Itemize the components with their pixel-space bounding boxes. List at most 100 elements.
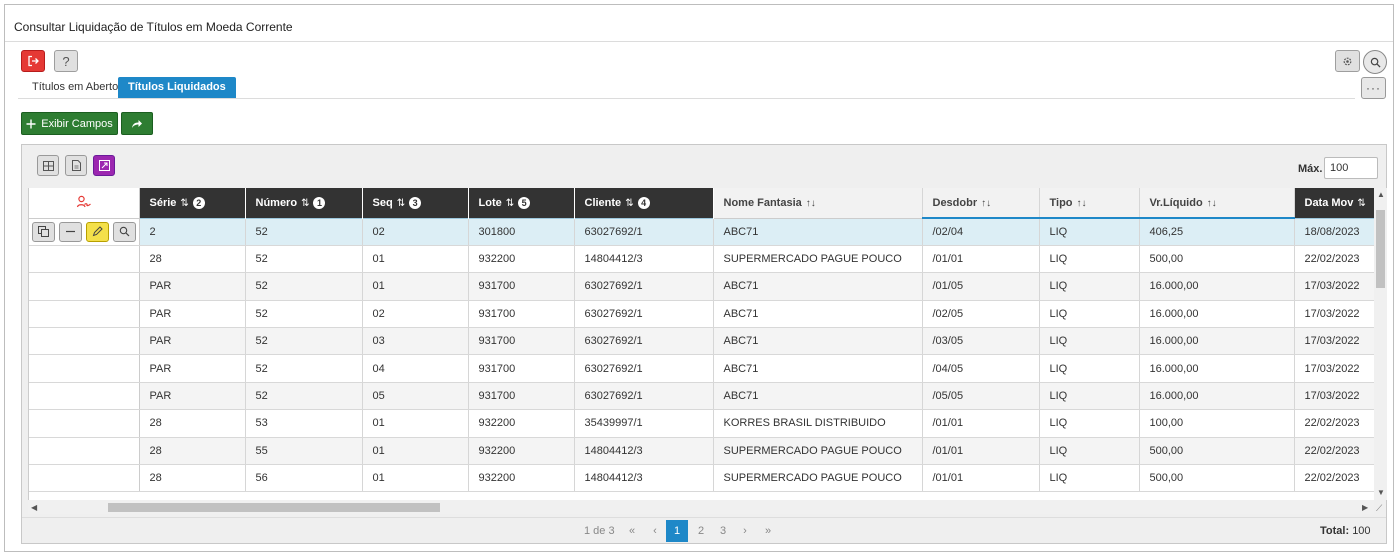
page-1-button[interactable]: 1 (666, 520, 688, 542)
grid-layout-button[interactable] (37, 155, 59, 176)
total-count: Total: 100 (1320, 525, 1371, 537)
table-row[interactable]: PAR 52 04 931700 63027692/1 ABC71/04/05 LIQ 16.… (29, 354, 1374, 383)
sort-asc-icon: ⇅ (1357, 197, 1366, 209)
table-row[interactable]: 28 53 01 932200 35439997/1 KORRES BRASIL DIST… (29, 409, 1374, 438)
cell-cliente: 14804412/3 (574, 464, 714, 493)
cell-vr-liquido: 16.000,00 (1139, 354, 1295, 383)
table-row[interactable]: 28 52 01 932200 14804412/3 SUPERMERCADO PAGUE… (29, 245, 1374, 274)
cell-lote: 932200 (468, 409, 575, 438)
show-fields-button[interactable]: Exibir Campos (21, 112, 118, 135)
cell-vr-liquido: 16.000,00 (1139, 300, 1295, 329)
scroll-down-icon[interactable]: ▼ (1377, 488, 1385, 497)
cell-numero: 52 (245, 354, 363, 383)
cell-tipo: LIQ (1039, 382, 1140, 411)
column-header-cliente[interactable]: Cliente ⇅ 4 (574, 188, 714, 218)
cell-nome-fantasia: KORRES BRASIL DISTRIBUIDO (713, 409, 923, 438)
cell-lote: 931700 (468, 382, 575, 411)
page-2-button[interactable]: 2 (692, 520, 710, 542)
column-header-data-mov[interactable]: Data Mov ⇅ (1294, 188, 1374, 218)
cell-serie: PAR (139, 354, 246, 383)
cell-vr-liquido: 500,00 (1139, 245, 1295, 274)
search-button[interactable] (1363, 50, 1387, 74)
last-page-button[interactable]: » (760, 520, 776, 542)
cell-cliente: 63027692/1 (574, 354, 714, 383)
tab-titulos-liquidados[interactable]: Títulos Liquidados (118, 77, 236, 98)
cell-numero: 56 (245, 464, 363, 493)
table-row[interactable]: 2 52 02 301800 63027692/1 ABC71 /02/04 L… (29, 217, 1374, 246)
more-options-button[interactable]: ··· (1361, 77, 1386, 99)
sort-order-badge: 5 (518, 196, 531, 209)
copy-row-button[interactable] (32, 221, 55, 242)
column-header-serie[interactable]: Série ⇅ 2 (139, 188, 246, 218)
cell-desdobr: /02/04 (922, 217, 1040, 246)
share-arrow-icon (132, 119, 142, 128)
previous-page-button[interactable]: ‹ (648, 520, 662, 542)
first-page-button[interactable]: « (624, 520, 640, 542)
edit-row-button[interactable] (85, 221, 109, 242)
help-button[interactable]: ? (54, 50, 78, 72)
view-row-button[interactable] (112, 221, 136, 242)
column-header-seq[interactable]: Seq ⇅ 3 (362, 188, 469, 218)
cell-lote: 931700 (468, 300, 575, 329)
column-header-vr-liquido[interactable]: Vr.Líquido ↑↓ (1139, 188, 1295, 219)
cell-seq: 01 (362, 272, 469, 301)
cell-lote: 932200 (468, 464, 575, 493)
table-row[interactable]: PAR 52 02 931700 63027692/1 ABC71/02/05 LIQ 16.… (29, 300, 1374, 329)
next-page-button[interactable]: › (738, 520, 752, 542)
page-3-button[interactable]: 3 (714, 520, 732, 542)
cell-numero: 52 (245, 217, 363, 246)
column-header-desdobr[interactable]: Desdobr ↑↓ (922, 188, 1040, 219)
column-header-lote[interactable]: Lote ⇅ 5 (468, 188, 575, 218)
cell-desdobr: /01/01 (922, 437, 1040, 466)
cell-serie: 28 (139, 409, 246, 438)
vertical-scrollbar[interactable]: ▲ ▼ (1374, 188, 1387, 500)
resize-grip-icon[interactable]: ⟋ (1376, 503, 1382, 514)
column-config-header[interactable] (29, 188, 140, 219)
cell-nome-fantasia: ABC71 (713, 217, 923, 246)
expand-view-button[interactable] (93, 155, 115, 176)
table-row[interactable]: PAR 52 05 931700 63027692/1 ABC71/05/05 LIQ 16.… (29, 382, 1374, 411)
row-actions (29, 245, 140, 274)
magnifier-icon (119, 226, 129, 237)
export-button[interactable] (65, 155, 87, 176)
exit-button[interactable] (21, 50, 45, 72)
help-icon: ? (62, 53, 70, 69)
table-row[interactable]: PAR 52 01 931700 63027692/1 ABC71/01/05 LIQ 16.… (29, 272, 1374, 301)
max-rows-input[interactable] (1324, 157, 1378, 179)
cell-vr-liquido: 16.000,00 (1139, 382, 1295, 411)
cell-data-mov: 17/03/2022 (1294, 272, 1374, 301)
cell-tipo: LIQ (1039, 409, 1140, 438)
horizontal-scrollbar[interactable]: ◀ ▶ (28, 500, 1374, 514)
cell-nome-fantasia: ABC71 (713, 327, 923, 356)
scroll-left-icon[interactable]: ◀ (31, 503, 37, 512)
grid-panel: Máx. Séri (21, 144, 1387, 544)
scroll-right-icon[interactable]: ▶ (1362, 503, 1368, 512)
tab-titulos-em-aberto[interactable]: Títulos em Aberto (22, 77, 128, 98)
vertical-scroll-thumb[interactable] (1376, 210, 1385, 288)
table-row[interactable]: 28 56 01 932200 14804412/3 SUPERMERCADO PAGUE… (29, 464, 1374, 493)
horizontal-scroll-thumb[interactable] (108, 503, 440, 512)
cell-serie: PAR (139, 272, 246, 301)
cell-serie: 28 (139, 464, 246, 493)
column-header-nome-fantasia[interactable]: Nome Fantasia ↑↓ (713, 188, 923, 219)
cell-cliente: 14804412/3 (574, 245, 714, 274)
column-header-tipo[interactable]: Tipo ↑↓ (1039, 188, 1140, 219)
row-actions (29, 354, 140, 383)
column-header-numero[interactable]: Número ⇅ 1 (245, 188, 363, 218)
cell-cliente: 14804412/3 (574, 437, 714, 466)
search-icon (1370, 57, 1381, 68)
scroll-up-icon[interactable]: ▲ (1377, 190, 1385, 199)
cell-numero: 52 (245, 272, 363, 301)
cell-desdobr: /01/05 (922, 272, 1040, 301)
pagination: 1 de 3 « ‹ 1 2 3 › » Total: 100 (22, 517, 1386, 543)
remove-row-button[interactable] (58, 221, 82, 242)
table-row[interactable]: PAR 52 03 931700 63027692/1 ABC71/03/05 LIQ 16.… (29, 327, 1374, 356)
settings-button[interactable] (1335, 50, 1360, 72)
cell-desdobr: /03/05 (922, 327, 1040, 356)
share-button[interactable] (121, 112, 153, 135)
table-row[interactable]: 28 55 01 932200 14804412/3 SUPERMERCADO PAGUE… (29, 437, 1374, 466)
cell-data-mov: 22/02/2023 (1294, 464, 1374, 493)
cell-cliente: 63027692/1 (574, 300, 714, 329)
cell-serie: PAR (139, 300, 246, 329)
sort-icon: ↑↓ (981, 197, 992, 209)
